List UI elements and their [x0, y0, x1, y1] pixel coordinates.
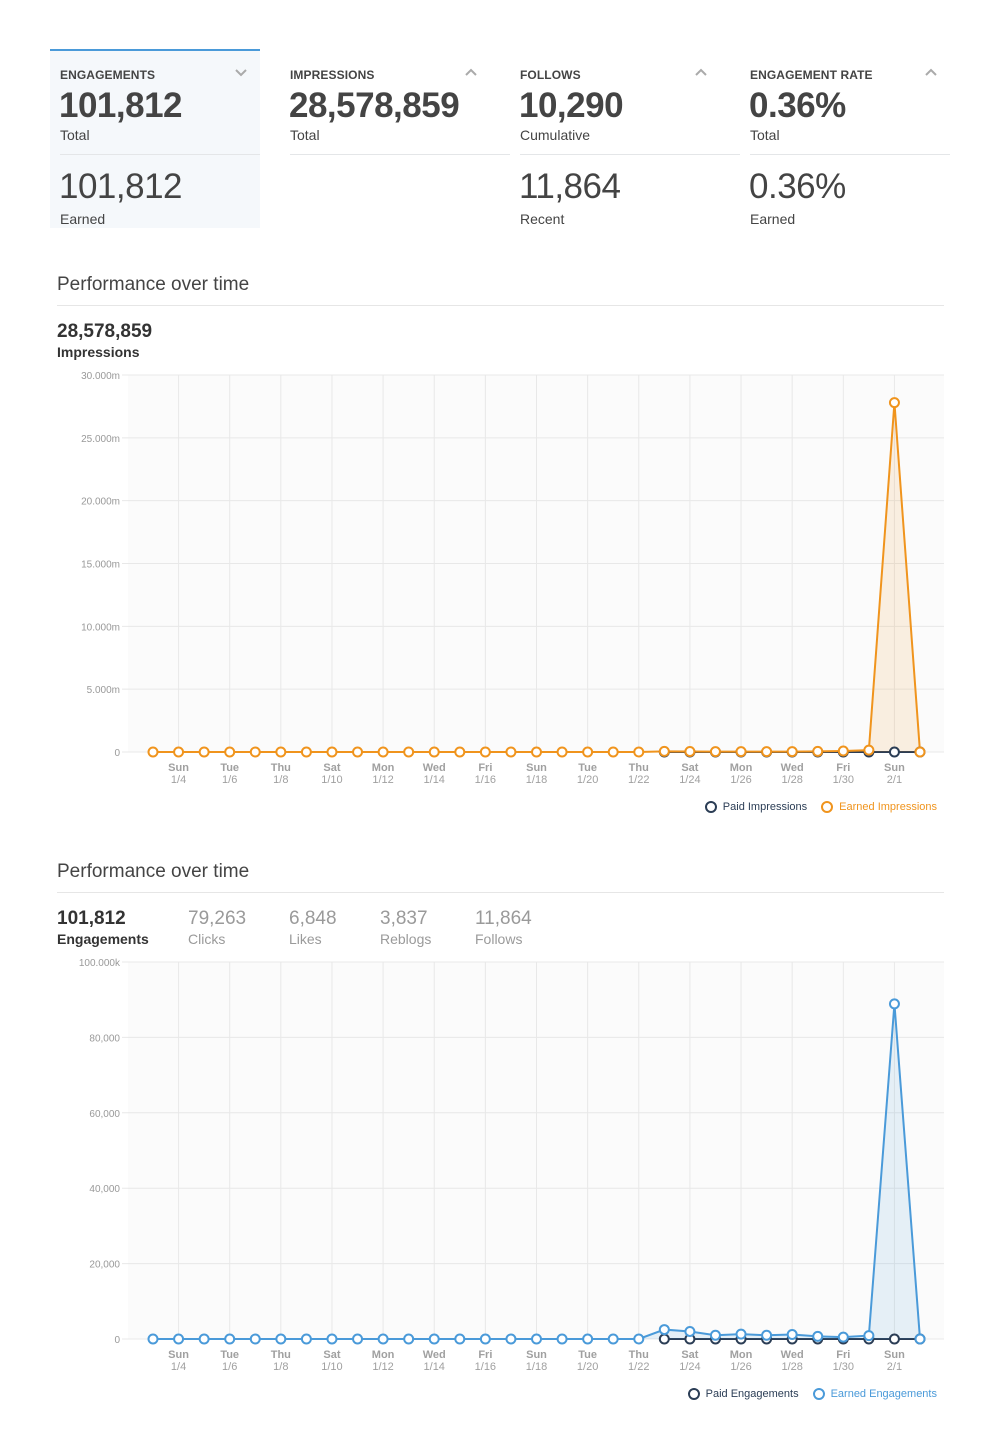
- earned-data-point: [275, 1333, 287, 1345]
- earned-data-point: [761, 1329, 773, 1341]
- earned-data-point: [479, 1333, 491, 1345]
- x-tick-day: Fri: [478, 1349, 492, 1361]
- x-tick-day: Thu: [271, 1349, 291, 1361]
- earned-data-point: [633, 1333, 645, 1345]
- legend-item-earned[interactable]: Earned Engagements: [812, 1388, 937, 1400]
- earned-data-point: [224, 1333, 236, 1345]
- earned-data-point: [888, 998, 900, 1010]
- y-tick-label: 40,000: [89, 1184, 120, 1195]
- x-tick-day: Tue: [578, 1349, 597, 1361]
- x-tick-day: Sat: [681, 1349, 698, 1361]
- x-tick-day: Wed: [781, 1349, 804, 1361]
- earned-data-point: [198, 1333, 210, 1345]
- legend-item-paid[interactable]: Paid Engagements: [687, 1388, 799, 1400]
- earned-data-point: [735, 1328, 747, 1340]
- earned-data-point: [352, 1333, 364, 1345]
- earned-marker-icon: [812, 1388, 825, 1400]
- earned-data-point: [403, 1333, 415, 1345]
- earned-data-point: [863, 1330, 875, 1342]
- y-tick-label: 80,000: [89, 1033, 120, 1044]
- x-tick-date: 1/24: [679, 1361, 700, 1373]
- paid-data-point: [658, 1333, 670, 1345]
- x-tick-date: 1/28: [781, 1361, 802, 1373]
- earned-data-point: [454, 1333, 466, 1345]
- earned-data-point: [684, 1325, 696, 1337]
- y-tick-label: 100.000k: [79, 958, 121, 969]
- earned-data-point: [505, 1333, 517, 1345]
- legend-label: Earned Engagements: [830, 1388, 937, 1400]
- earned-data-point: [147, 1333, 159, 1345]
- earned-data-point: [582, 1333, 594, 1345]
- earned-data-point: [812, 1330, 824, 1342]
- engagements-chart: 020,00040,00060,00080,000100.000kSun1/4T…: [79, 958, 944, 1373]
- earned-data-point: [300, 1333, 312, 1345]
- y-tick-label: 20,000: [89, 1260, 120, 1271]
- earned-data-point: [377, 1333, 389, 1345]
- earned-data-point: [531, 1333, 542, 1345]
- earned-data-point: [326, 1333, 338, 1345]
- x-tick-day: Sat: [323, 1349, 340, 1361]
- engagements-legend: Paid Engagements Earned Engagements: [674, 1388, 937, 1400]
- x-tick-date: 1/8: [273, 1361, 288, 1373]
- x-tick-day: Mon: [372, 1349, 395, 1361]
- x-tick-day: Thu: [629, 1349, 649, 1361]
- x-tick-date: 1/20: [577, 1361, 598, 1373]
- x-tick-date: 2/1: [887, 1361, 902, 1373]
- earned-data-point: [837, 1331, 849, 1343]
- paid-data-point: [888, 1333, 900, 1345]
- paid-marker-icon: [687, 1388, 700, 1400]
- earned-data-point: [786, 1328, 798, 1340]
- x-tick-day: Wed: [423, 1349, 446, 1361]
- x-tick-day: Sun: [884, 1349, 905, 1361]
- earned-data-point: [249, 1333, 261, 1345]
- x-tick-date: 1/12: [372, 1361, 393, 1373]
- earned-data-point: [173, 1333, 185, 1345]
- y-tick-label: 0: [114, 1335, 120, 1346]
- earned-data-point: [607, 1333, 619, 1345]
- earned-data-point: [914, 1333, 926, 1345]
- x-tick-date: 1/6: [222, 1361, 237, 1373]
- y-tick-label: 60,000: [89, 1109, 120, 1120]
- x-tick-date: 1/30: [833, 1361, 854, 1373]
- x-tick-date: 1/14: [424, 1361, 445, 1373]
- x-tick-date: 1/26: [730, 1361, 751, 1373]
- x-tick-date: 1/16: [475, 1361, 496, 1373]
- earned-data-point: [658, 1324, 670, 1336]
- x-tick-day: Tue: [220, 1349, 239, 1361]
- earned-data-point: [709, 1329, 721, 1341]
- legend-label: Paid Engagements: [705, 1388, 799, 1400]
- x-tick-date: 1/10: [321, 1361, 342, 1373]
- x-tick-date: 1/18: [526, 1361, 547, 1373]
- x-tick-date: 1/22: [628, 1361, 649, 1373]
- earned-data-point: [556, 1333, 568, 1345]
- x-tick-day: Sun: [526, 1349, 547, 1361]
- x-tick-date: 1/4: [171, 1361, 186, 1373]
- x-tick-day: Sun: [168, 1349, 189, 1361]
- x-tick-day: Mon: [730, 1349, 753, 1361]
- x-tick-day: Fri: [836, 1349, 850, 1361]
- earned-data-point: [428, 1333, 440, 1345]
